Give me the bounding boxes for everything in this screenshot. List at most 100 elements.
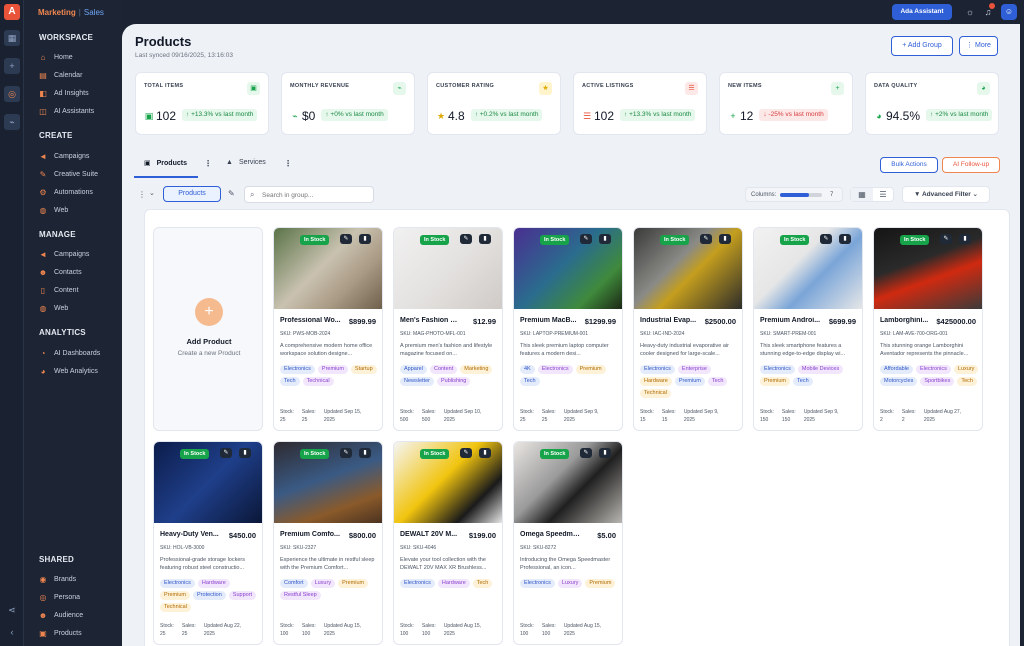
edit-icon[interactable]: ✎ <box>340 234 352 244</box>
sidebar-item-ai-dashboards[interactable]: ◔ AI Dashboards <box>38 347 101 359</box>
product-tag: Electronics <box>280 365 315 374</box>
edit-icon[interactable]: ✎ <box>820 234 832 244</box>
product-card[interactable]: In Stock ✎ ▮ Premium MacB... $1299.99 SKU: LA… <box>513 227 623 431</box>
product-card[interactable]: In Stock ✎ ▮ Men's Fashion & L... $12.99 SKU:… <box>393 227 503 431</box>
trash-icon[interactable]: ▮ <box>479 234 491 244</box>
sidebar-item-contacts[interactable]: ☻ Contacts <box>38 266 82 278</box>
edit-icon[interactable]: ✎ <box>580 448 592 458</box>
grid-view-icon[interactable]: ▦ <box>851 188 873 201</box>
stock-count: Stock: 25 <box>520 409 534 423</box>
chevron-down-icon[interactable]: ⌄ <box>149 189 155 197</box>
app-logo[interactable]: A <box>4 4 20 20</box>
ai-followup-button[interactable]: AI Follow-up <box>942 157 1000 173</box>
sidebar-item-products[interactable]: ▣ Products <box>38 627 81 639</box>
list-view-icon[interactable]: ☰ <box>872 188 894 201</box>
trash-icon[interactable]: ▮ <box>359 448 371 458</box>
product-card[interactable]: In Stock ✎ ▮ Heavy-Duty Ven... $450.00 SKU: H… <box>153 441 263 645</box>
sidebar-item-web-analytics[interactable]: ◕ Web Analytics <box>38 365 98 377</box>
tab-products[interactable]: ▣ Products <box>144 159 187 168</box>
brand-sales[interactable]: Sales <box>84 8 104 17</box>
edit-icon[interactable]: ✎ <box>220 448 232 458</box>
product-meta: Stock: 100 Sales: 100 Updated Aug 15, 2025 <box>280 622 380 638</box>
trash-icon[interactable]: ▮ <box>239 448 251 458</box>
stat-label: CUSTOMER RATING <box>436 83 495 89</box>
edit-icon[interactable]: ✎ <box>940 234 952 244</box>
product-card[interactable]: In Stock ✎ ▮ Omega Speedmast... $5.00 SKU: SK… <box>513 441 623 645</box>
view-toggle: ▦ ☰ <box>850 187 894 202</box>
product-card[interactable]: In Stock ✎ ▮ Premium Androi... $699.99 SKU: S… <box>753 227 863 431</box>
edit-icon[interactable]: ✎ <box>700 234 712 244</box>
product-card[interactable]: In Stock ✎ ▮ Industrial Evap... $2500.00 SKU:… <box>633 227 743 431</box>
add-product-title: Add Product <box>186 337 232 346</box>
services-tab-menu[interactable]: ⋮ <box>284 159 292 168</box>
search-input[interactable] <box>262 189 370 201</box>
target-icon[interactable]: ◎ <box>4 86 20 102</box>
add-group-button[interactable]: + Add Group <box>891 36 953 56</box>
product-price: $899.99 <box>348 317 376 326</box>
sidebar-item-audience[interactable]: ☻ Audience <box>38 609 83 621</box>
trash-icon[interactable]: ▮ <box>719 234 731 244</box>
updated-date: Updated Sep 15, 2025 <box>323 409 362 423</box>
columns-slider[interactable] <box>780 193 822 197</box>
sidebar-item-manage-campaigns[interactable]: ◄ Campaigns <box>38 248 89 260</box>
product-card[interactable]: In Stock ✎ ▮ Professional Wo... $899.99 SKU: … <box>273 227 383 431</box>
stat-label: ACTIVE LISTINGS <box>582 83 634 89</box>
sidebar-item-brands[interactable]: ◉ Brands <box>38 573 77 585</box>
product-card[interactable]: In Stock ✎ ▮ Premium Comfo... $800.00 SKU: SK… <box>273 441 383 645</box>
edit-icon[interactable]: ✎ <box>460 234 472 244</box>
bulk-actions-button[interactable]: Bulk Actions <box>880 157 938 173</box>
stock-status-badge: In Stock <box>300 235 330 245</box>
brand-marketing[interactable]: Marketing <box>38 8 76 17</box>
user-avatar[interactable]: ☺ <box>1001 4 1017 20</box>
group-selector[interactable]: Products <box>163 186 221 202</box>
product-tag: Motorcycles <box>880 377 918 386</box>
product-tag: Electronics <box>915 365 951 374</box>
edit-icon[interactable]: ✎ <box>340 448 352 458</box>
product-name: Omega Speedmast... <box>520 531 582 538</box>
updated-date: Updated Sep 9, 2025 <box>683 409 719 423</box>
trash-icon[interactable]: ▮ <box>959 234 971 244</box>
chart-icon[interactable]: ⌁ <box>4 114 20 130</box>
more-button[interactable]: ⋮ More <box>959 36 998 56</box>
edit-group-icon[interactable]: ✎ <box>228 189 235 198</box>
icon-rail: A ▦ + ◎ ⌁ ⋖ ‹ <box>0 0 24 646</box>
sidebar-item-ai-assistants[interactable]: ◫ AI Assistants <box>38 105 94 117</box>
product-card[interactable]: In Stock ✎ ▮ DEWALT 20V M... $199.00 SKU: SKU… <box>393 441 503 645</box>
trash-icon[interactable]: ▮ <box>839 234 851 244</box>
trash-icon[interactable]: ▮ <box>479 448 491 458</box>
sidebar-item-automations[interactable]: ⚙ Automations <box>38 186 93 198</box>
brand-switcher[interactable]: Marketing | Sales <box>38 8 104 17</box>
sidebar-item-ad-insights[interactable]: ◧ Ad Insights <box>38 87 88 99</box>
share-icon[interactable]: ⋖ <box>4 602 20 618</box>
ada-assistant-button[interactable]: Ada Assistant <box>892 4 952 20</box>
advanced-filter-button[interactable]: ▼ Advanced Filter ⌄ <box>902 186 990 203</box>
product-name: Premium Androi... <box>760 317 821 324</box>
trash-icon[interactable]: ▮ <box>599 234 611 244</box>
sidebar-item-creative-suite[interactable]: ✎ Creative Suite <box>38 168 98 180</box>
grid-icon[interactable]: ▦ <box>4 30 20 46</box>
trash-icon[interactable]: ▮ <box>599 448 611 458</box>
trash-icon[interactable]: ▮ <box>359 234 371 244</box>
sidebar-item-calendar[interactable]: ▤ Calendar <box>38 69 82 81</box>
product-card[interactable]: In Stock ✎ ▮ Lamborghini... $425000.00 SKU: L… <box>873 227 983 431</box>
sidebar-item-web[interactable]: ◍ Web <box>38 204 69 216</box>
collapse-icon[interactable]: ‹ <box>4 624 20 640</box>
sidebar-item-campaigns[interactable]: ◄ Campaigns <box>38 150 89 162</box>
products-tab-menu[interactable]: ⋮ <box>204 159 212 168</box>
add-product-tile[interactable]: + Add Product Create a new Product <box>153 227 263 431</box>
plus-icon[interactable]: + <box>4 58 20 74</box>
product-tags: Electronics Hardware Tech <box>400 579 500 588</box>
sidebar-item-content[interactable]: ▯ Content <box>38 284 79 296</box>
sidebar-item-persona[interactable]: ◎ Persona <box>38 591 81 603</box>
sidebar-item-home[interactable]: ⌂ Home <box>38 51 73 63</box>
edit-icon[interactable]: ✎ <box>580 234 592 244</box>
theme-icon[interactable]: ☼ <box>964 6 976 18</box>
group-menu-icon[interactable]: ⋮ <box>138 190 146 199</box>
audience-icon: ☻ <box>38 610 48 620</box>
search-icon: ⌕ <box>250 190 255 199</box>
tab-services[interactable]: ▲ Services <box>226 159 266 166</box>
updated-date: Updated Sep 9, 2025 <box>803 409 839 423</box>
sidebar-item-manage-web[interactable]: ◍ Web <box>38 302 69 314</box>
edit-icon[interactable]: ✎ <box>460 448 472 458</box>
product-name: Premium MacB... <box>520 317 577 324</box>
